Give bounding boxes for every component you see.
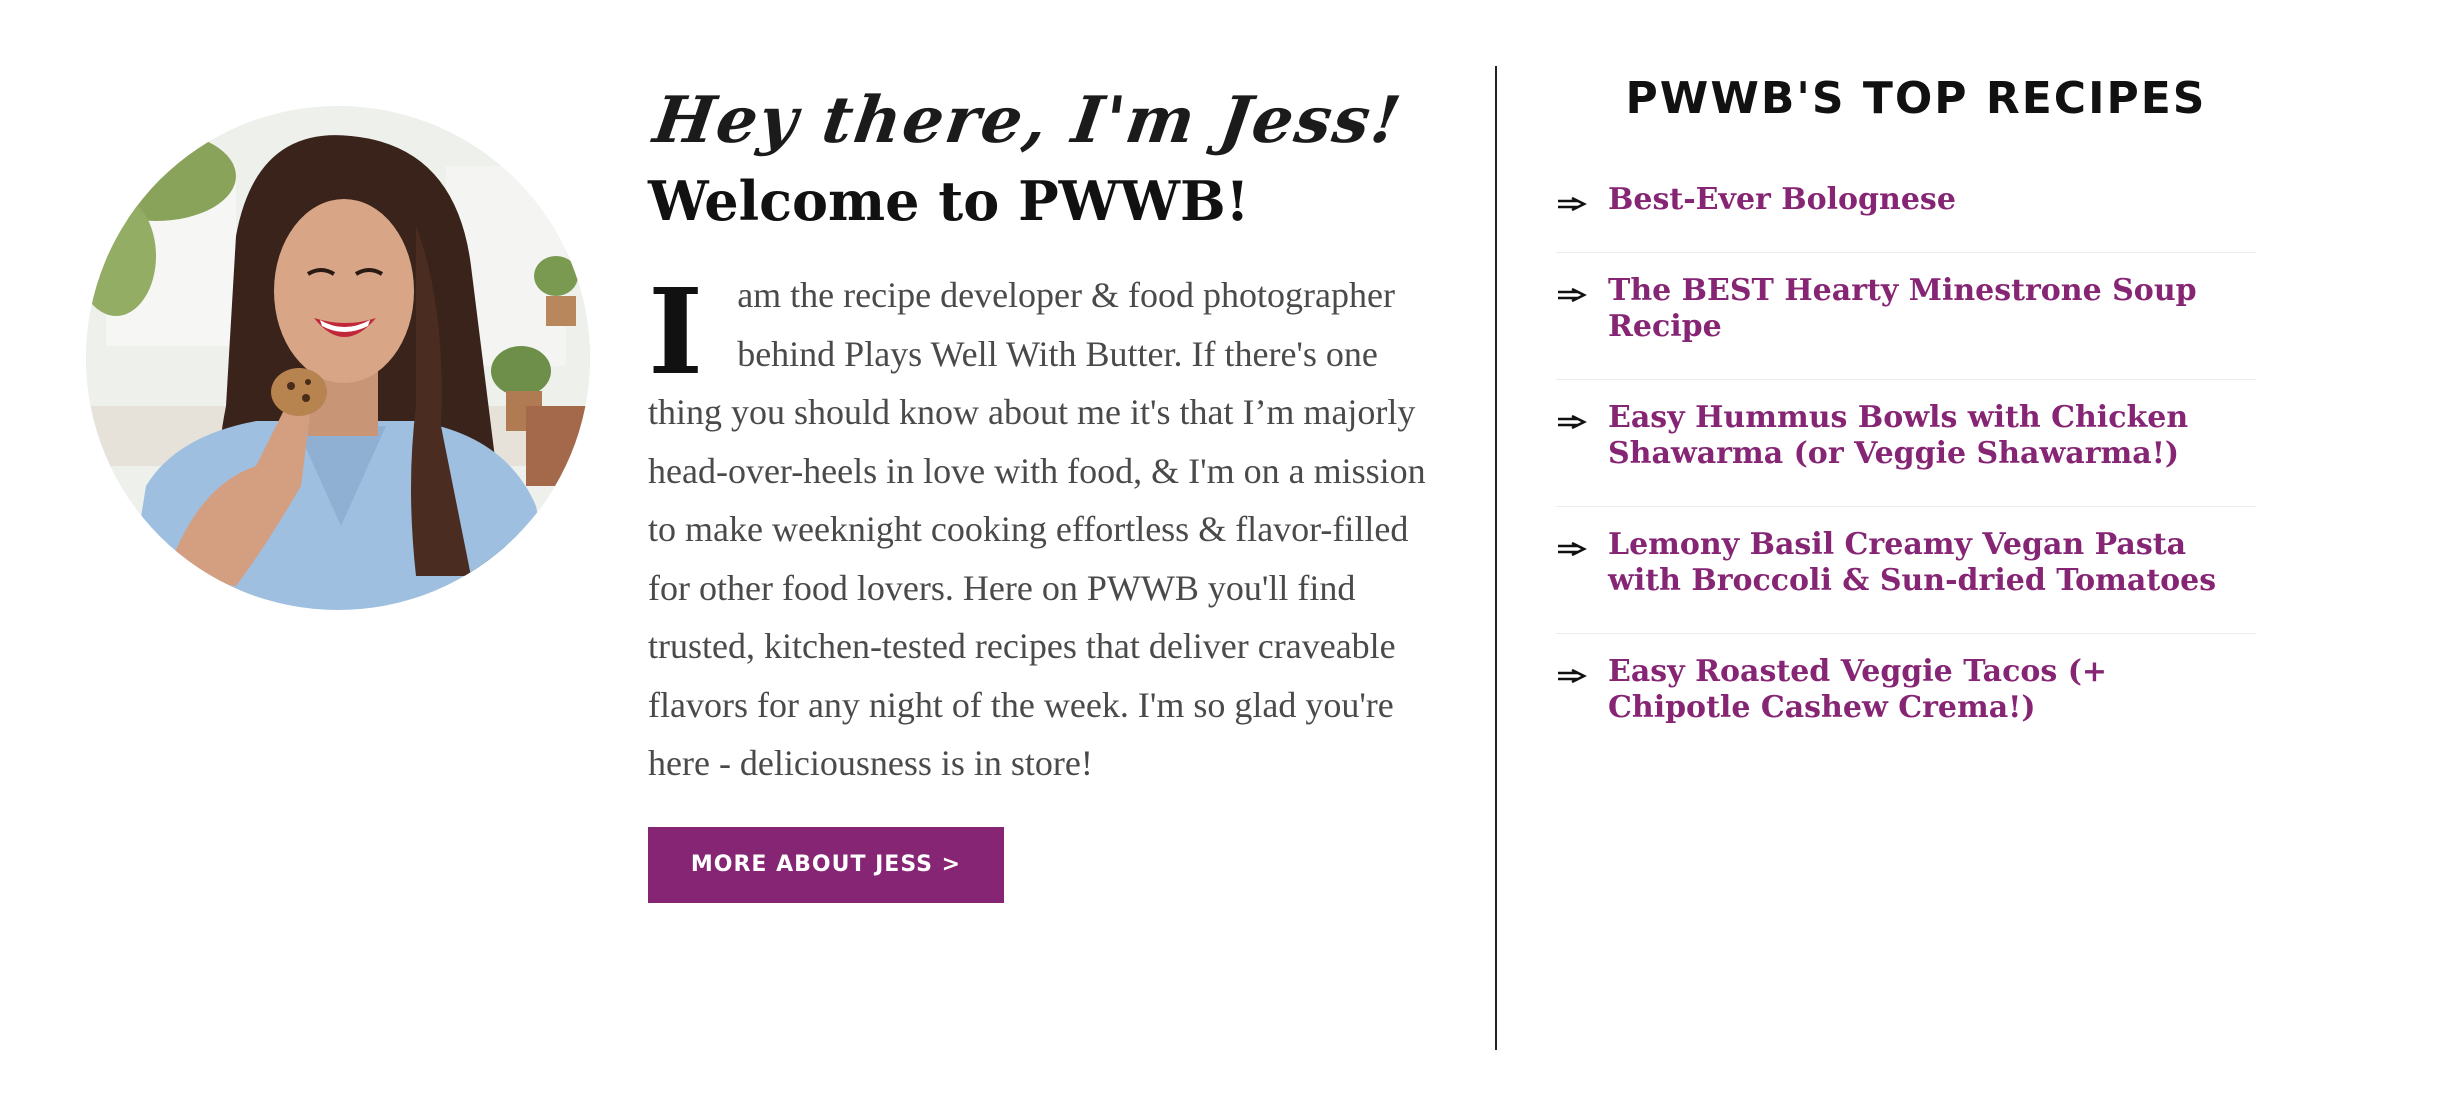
arrow-bullet-icon — [1558, 196, 1587, 212]
top-recipes-title: PWWB'S TOP RECIPES — [1625, 73, 2207, 124]
recipe-link[interactable]: Easy Hummus Bowls with Chicken Shawarma … — [1608, 400, 2256, 472]
recipe-list-item[interactable]: Easy Roasted Veggie Tacos (+ Chipotle Ca… — [1556, 634, 2256, 760]
portrait-photo — [86, 106, 590, 610]
intro-section: Hey there, I'm Jess! Welcome to PWWB! Ia… — [648, 76, 1448, 903]
bio-text: am the recipe developer & food photograp… — [648, 275, 1426, 783]
top-recipes-list: Best-Ever Bolognese The BEST Hearty Mine… — [1556, 162, 2256, 760]
recipe-link[interactable]: Easy Roasted Veggie Tacos (+ Chipotle Ca… — [1608, 654, 2256, 726]
bio-dropcap: I — [648, 262, 704, 401]
top-recipes-section: PWWB'S TOP RECIPES Best-Ever Bolognese T… — [1556, 62, 2256, 760]
welcome-heading: Welcome to PWWB! — [648, 169, 1250, 233]
bio-paragraph: Iam the recipe developer & food photogra… — [648, 266, 1448, 793]
recipe-list-item[interactable]: Easy Hummus Bowls with Chicken Shawarma … — [1556, 380, 2256, 507]
arrow-bullet-icon — [1558, 287, 1587, 303]
recipe-link[interactable]: The BEST Hearty Minestrone Soup Recipe — [1608, 273, 2256, 345]
greeting-script: Hey there, I'm Jess! — [649, 83, 1407, 158]
arrow-bullet-icon — [1558, 414, 1587, 430]
more-about-jess-button[interactable]: MORE ABOUT JESS > — [648, 826, 1004, 903]
recipe-list-item[interactable]: Lemony Basil Creamy Vegan Pasta with Bro… — [1556, 507, 2256, 634]
column-divider — [1495, 66, 1497, 1050]
recipe-list-item[interactable]: The BEST Hearty Minestrone Soup Recipe — [1556, 253, 2256, 380]
author-portrait — [86, 106, 590, 610]
recipe-link[interactable]: Best-Ever Bolognese — [1608, 182, 1956, 218]
arrow-bullet-icon — [1558, 541, 1587, 557]
arrow-bullet-icon — [1558, 668, 1587, 684]
recipe-list-item[interactable]: Best-Ever Bolognese — [1556, 162, 2256, 253]
recipe-link[interactable]: Lemony Basil Creamy Vegan Pasta with Bro… — [1608, 527, 2256, 599]
